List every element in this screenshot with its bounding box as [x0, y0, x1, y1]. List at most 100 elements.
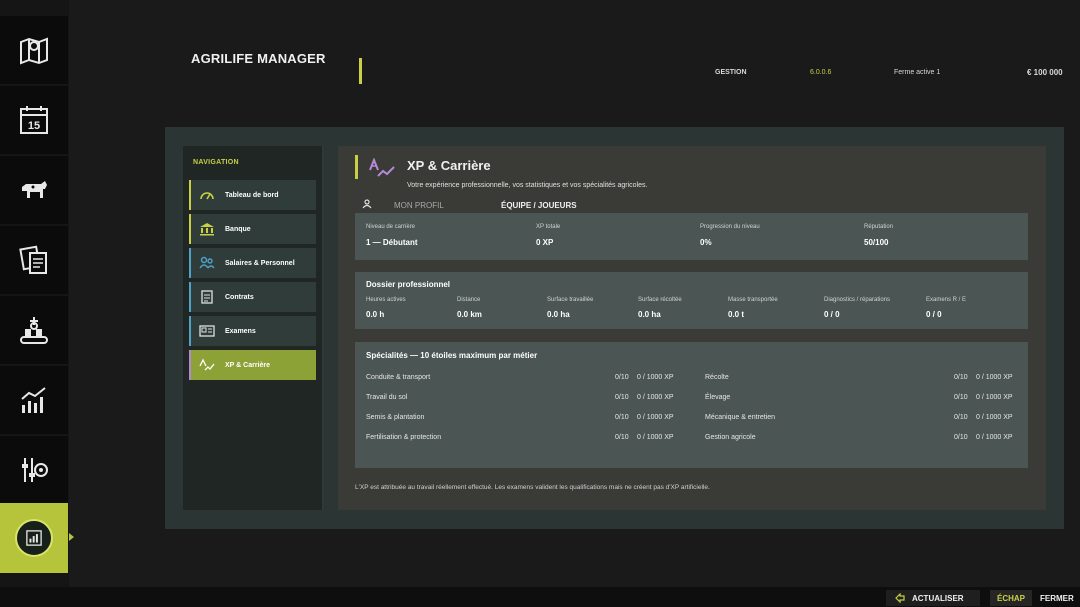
specialty-name: Semis & plantation: [366, 414, 425, 421]
stat-value: 0.0 h: [366, 310, 385, 319]
reputation-label: Réputation: [864, 224, 894, 230]
calendar-icon: 15: [20, 106, 48, 134]
tab-team-players[interactable]: ÉQUIPE / JOUEURS: [501, 201, 577, 210]
stat-label: Distance: [457, 297, 481, 303]
specialty-name: Récolte: [705, 374, 729, 381]
nav-item-staff[interactable]: Salaires & Personnel: [189, 248, 316, 278]
refresh-button-label: ACTUALISER: [912, 593, 964, 603]
rail-statistics-button[interactable]: [0, 366, 68, 434]
production-icon: [20, 317, 48, 344]
level-progress-label: Progression du niveau: [700, 224, 760, 230]
xp-career-icon: [369, 158, 395, 177]
rail-settings-button[interactable]: [0, 436, 68, 504]
rail-production-button[interactable]: [0, 296, 68, 364]
specialty-name: Travail du sol: [366, 394, 408, 401]
specialties-title: Spécialités — 10 étoiles maximum par mét…: [366, 351, 538, 360]
rail-agrilife-button[interactable]: [0, 503, 68, 573]
specialty-xp: 0 / 1000 XP: [976, 374, 1013, 381]
rail-calendar-button[interactable]: 15: [0, 86, 68, 154]
app-title: AGRILIFE MANAGER: [191, 51, 326, 66]
total-xp-label: XP totale: [536, 224, 561, 230]
escape-key-hint: ÉCHAP: [990, 590, 1032, 606]
stat-value: 0.0 ha: [547, 310, 570, 319]
stat-value: 0.0 t: [728, 310, 745, 319]
nav-item-bank[interactable]: Banque: [189, 214, 316, 244]
nav-item-dashboard[interactable]: Tableau de bord: [189, 180, 316, 210]
stat-label: Heures actives: [366, 297, 406, 303]
header-farm: Ferme active 1: [894, 69, 941, 76]
rail-animals-button[interactable]: [0, 156, 68, 224]
rail-contracts-button[interactable]: [0, 226, 68, 294]
nav-item-contracts[interactable]: Contrats: [189, 282, 316, 312]
nav-item-label: Tableau de bord: [225, 191, 279, 199]
specialty-stars: 0/10: [615, 374, 629, 381]
specialty-xp: 0 / 1000 XP: [637, 374, 674, 381]
nav-item-label: Contrats: [225, 293, 254, 301]
stat-label: Surface travaillée: [547, 297, 594, 303]
career-level-card: Niveau de carrière 1 — Débutant XP total…: [355, 213, 1028, 260]
career-level-label: Niveau de carrière: [366, 224, 416, 230]
stat-value: 0 / 0: [824, 310, 840, 319]
tab-my-profile[interactable]: MON PROFIL: [394, 201, 444, 210]
rail-map-button[interactable]: [0, 16, 68, 84]
specialty-name: Mécanique & entretien: [705, 414, 776, 421]
specialty-stars: 0/10: [954, 414, 968, 421]
dashboard-icon: [200, 192, 214, 200]
calendar-day-text: 15: [28, 120, 40, 132]
specialty-stars: 0/10: [615, 434, 629, 441]
nav-item-label: Examens: [225, 327, 256, 335]
title-accent-bar: [359, 58, 362, 84]
specialty-name: Fertilisation & protection: [366, 434, 442, 441]
nav-item-exams[interactable]: Examens: [189, 316, 316, 346]
header-version: 6.0.0.6: [810, 69, 832, 76]
stat-label: Diagnostics / réparations: [824, 297, 891, 303]
specialty-xp: 0 / 1000 XP: [976, 394, 1013, 401]
career-level-value: 1 — Débutant: [366, 238, 418, 247]
specialty-stars: 0/10: [954, 394, 968, 401]
specialty-xp: 0 / 1000 XP: [976, 434, 1013, 441]
xp-footnote: L'XP est attribuée au travail réellement…: [355, 484, 710, 491]
specialty-stars: 0/10: [954, 434, 968, 441]
active-indicator-arrow: [69, 533, 74, 541]
specialty-name: Gestion agricole: [705, 434, 756, 441]
stat-value: 0.0 km: [457, 310, 482, 319]
map-icon: [20, 37, 48, 65]
contracts-icon: [19, 245, 47, 274]
stat-value: 0 / 0: [926, 310, 942, 319]
refresh-icon: [895, 593, 905, 603]
specialty-stars: 0/10: [615, 414, 629, 421]
contract-icon: [201, 290, 213, 304]
navigation-title: NAVIGATION: [193, 159, 239, 166]
staff-icon: [199, 256, 215, 269]
nav-item-xp-career[interactable]: XP & Carrière: [189, 350, 316, 380]
header-money: € 100 000: [1027, 68, 1063, 77]
specialty-name: Conduite & transport: [366, 374, 431, 381]
specialty-xp: 0 / 1000 XP: [976, 414, 1013, 421]
statistics-icon: [21, 387, 46, 413]
stat-label: Surface récoltée: [638, 297, 682, 303]
side-rail: 15: [0, 0, 74, 607]
stat-value: 0.0 ha: [638, 310, 661, 319]
stat-label: Masse transportée: [728, 297, 778, 303]
page-subtitle: Votre expérience professionnelle, vos st…: [407, 182, 648, 189]
level-progress-value: 0%: [700, 238, 712, 247]
bank-icon: [200, 223, 214, 236]
header-section-label: GESTION: [715, 69, 747, 76]
stat-label: Examens R / E: [926, 297, 967, 303]
refresh-button[interactable]: ACTUALISER: [886, 590, 980, 606]
user-icon: [362, 199, 372, 209]
specialty-name: Élevage: [705, 394, 731, 401]
nav-item-label: Salaires & Personnel: [225, 259, 295, 267]
specialty-stars: 0/10: [615, 394, 629, 401]
xp-icon: [199, 358, 215, 371]
animals-icon: [22, 181, 47, 198]
specialty-xp: 0 / 1000 XP: [637, 414, 674, 421]
reputation-value: 50/100: [864, 238, 889, 247]
specialty-xp: 0 / 1000 XP: [637, 394, 674, 401]
agrilife-icon: [15, 519, 53, 557]
close-button[interactable]: FERMER: [1040, 594, 1074, 603]
settings-icon: [22, 458, 48, 482]
total-xp-value: 0 XP: [536, 238, 554, 247]
nav-item-label: Banque: [225, 225, 251, 233]
exam-icon: [199, 325, 215, 337]
